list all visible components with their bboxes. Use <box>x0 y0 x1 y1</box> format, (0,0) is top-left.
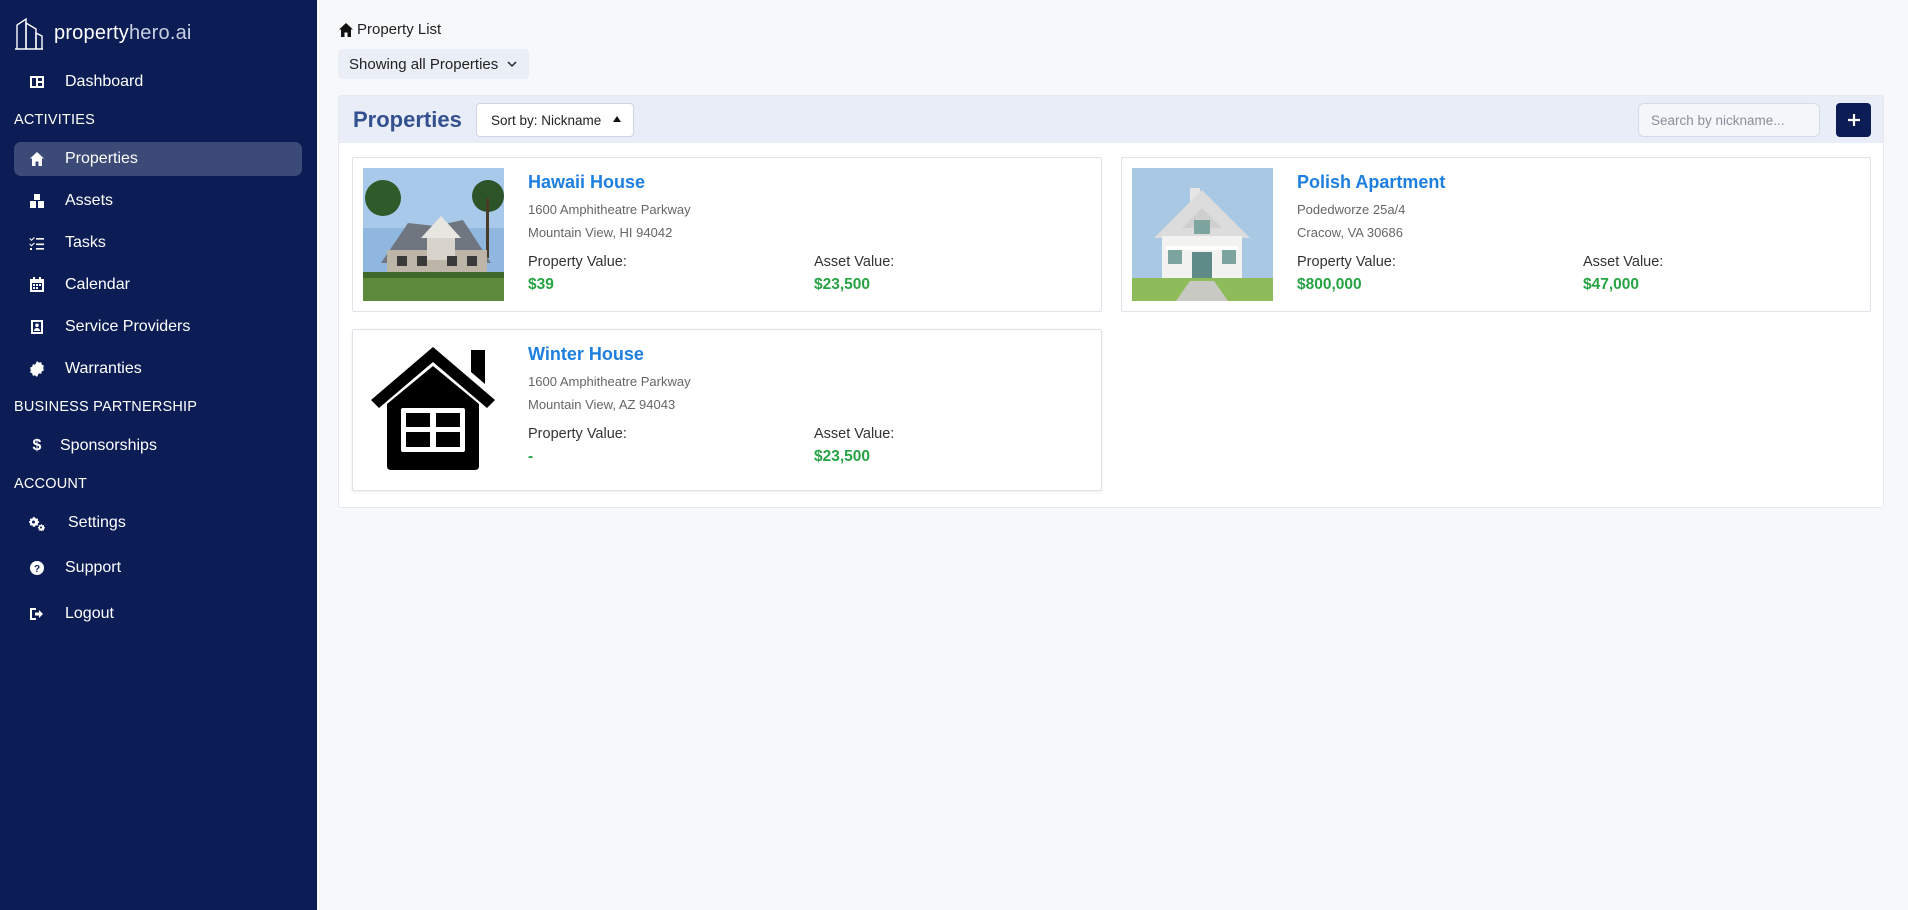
property-value: $39 <box>528 276 554 293</box>
asset-value: $23,500 <box>814 448 871 465</box>
plus-icon <box>1847 114 1860 126</box>
asset-value-label: Asset Value: <box>1583 254 1664 270</box>
sidebar-item-label: Settings <box>68 514 126 531</box>
sidebar-item-service-providers[interactable]: Service Providers <box>14 310 302 344</box>
sidebar-item-label: Sponsorships <box>60 437 157 454</box>
address-line-1: 1600 Amphitheatre Parkway <box>528 374 691 389</box>
question-circle-icon: ? <box>28 559 46 577</box>
chevron-down-icon <box>507 61 517 68</box>
property-value-label: Property Value: <box>528 426 627 442</box>
property-name[interactable]: Hawaii House <box>528 172 645 193</box>
home-icon <box>28 150 46 168</box>
sort-button[interactable]: Sort by: Nickname <box>476 103 635 137</box>
property-value: - <box>528 448 534 465</box>
section-business-partnership: BUSINESS PARTNERSHIP <box>14 399 198 415</box>
sidebar-item-label: Tasks <box>65 234 106 251</box>
asset-value: $23,500 <box>814 276 871 293</box>
sidebar-item-label: Warranties <box>65 360 142 377</box>
address-line-2: Cracow, VA 30686 <box>1297 225 1403 240</box>
section-account: ACCOUNT <box>14 476 88 492</box>
panel-title: Properties <box>353 107 462 132</box>
contact-card-icon <box>28 318 46 336</box>
property-name[interactable]: Winter House <box>528 344 644 365</box>
caret-up-icon <box>613 116 622 122</box>
breadcrumb: Property List <box>338 21 441 38</box>
property-value-label: Property Value: <box>528 254 627 270</box>
address-line-2: Mountain View, AZ 94043 <box>528 397 676 412</box>
certificate-badge-icon <box>28 360 46 378</box>
asset-value: $47,000 <box>1583 276 1640 293</box>
search-input[interactable] <box>1638 103 1820 137</box>
sidebar-item-support[interactable]: ? Support <box>14 551 302 585</box>
app-logo[interactable]: propertyhero.ai <box>14 15 192 51</box>
address-line-2: Mountain View, HI 94042 <box>528 225 673 240</box>
asset-value-label: Asset Value: <box>814 254 895 270</box>
sidebar-item-sponsorships[interactable]: $ Sponsorships <box>14 429 302 463</box>
property-photo[interactable] <box>1132 168 1273 301</box>
home-icon <box>339 22 353 37</box>
sidebar-item-settings[interactable]: Settings <box>14 506 302 540</box>
property-name[interactable]: Polish Apartment <box>1297 172 1445 193</box>
sidebar-item-dashboard[interactable]: Dashboard <box>14 65 302 99</box>
house-placeholder-icon[interactable] <box>363 342 504 475</box>
logo-text: propertyhero.ai <box>54 21 192 44</box>
sidebar-item-label: Service Providers <box>65 318 191 335</box>
gears-icon <box>28 514 46 532</box>
logout-icon <box>28 605 46 623</box>
section-activities: ACTIVITIES <box>14 112 95 128</box>
sidebar-item-assets[interactable]: Assets <box>14 184 302 218</box>
sidebar-item-label: Assets <box>65 192 114 209</box>
property-card[interactable]: Hawaii House 1600 Amphitheatre Parkway M… <box>352 157 1102 312</box>
sidebar-item-label: Dashboard <box>65 73 144 90</box>
boxes-icon <box>28 192 46 210</box>
property-card[interactable]: Winter House 1600 Amphitheatre Parkway M… <box>352 329 1102 491</box>
sidebar-item-logout[interactable]: Logout <box>14 597 302 631</box>
add-property-button[interactable] <box>1836 103 1871 137</box>
dashboard-icon <box>28 73 46 91</box>
asset-value-label: Asset Value: <box>814 426 895 442</box>
sidebar: propertyhero.ai Dashboard ACTIVITIES Pro… <box>0 0 317 910</box>
task-list-icon <box>28 234 46 252</box>
properties-panel: Properties Sort by: Nickname Search by n… <box>338 95 1884 508</box>
calendar-icon <box>28 276 46 294</box>
svg-text:?: ? <box>34 564 40 575</box>
building-logo-icon <box>15 17 43 50</box>
property-card[interactable]: Polish Apartment Podedworze 25a/4 Cracow… <box>1121 157 1871 312</box>
sidebar-item-properties[interactable]: Properties <box>14 142 302 176</box>
panel-header: Properties Sort by: Nickname <box>339 96 1883 143</box>
sidebar-item-label: Calendar <box>65 276 130 293</box>
property-filter-dropdown[interactable]: Showing all Properties <box>338 49 530 79</box>
filter-label: Showing all Properties <box>349 55 499 73</box>
sidebar-item-label: Logout <box>65 605 114 622</box>
sidebar-item-label: Support <box>65 559 122 576</box>
sidebar-item-label: Properties <box>65 150 138 167</box>
property-value: $800,000 <box>1297 276 1362 293</box>
address-line-1: Podedworze 25a/4 <box>1297 202 1406 217</box>
property-value-label: Property Value: <box>1297 254 1396 270</box>
breadcrumb-current[interactable]: Property List <box>357 21 441 38</box>
address-line-1: 1600 Amphitheatre Parkway <box>528 202 691 217</box>
dollar-icon: $ <box>32 437 42 454</box>
sidebar-item-warranties[interactable]: Warranties <box>14 352 302 386</box>
sidebar-item-tasks[interactable]: Tasks <box>14 226 302 260</box>
sidebar-item-calendar[interactable]: Calendar <box>14 268 302 302</box>
sort-label: Sort by: Nickname <box>491 112 602 128</box>
property-photo[interactable] <box>363 168 504 301</box>
